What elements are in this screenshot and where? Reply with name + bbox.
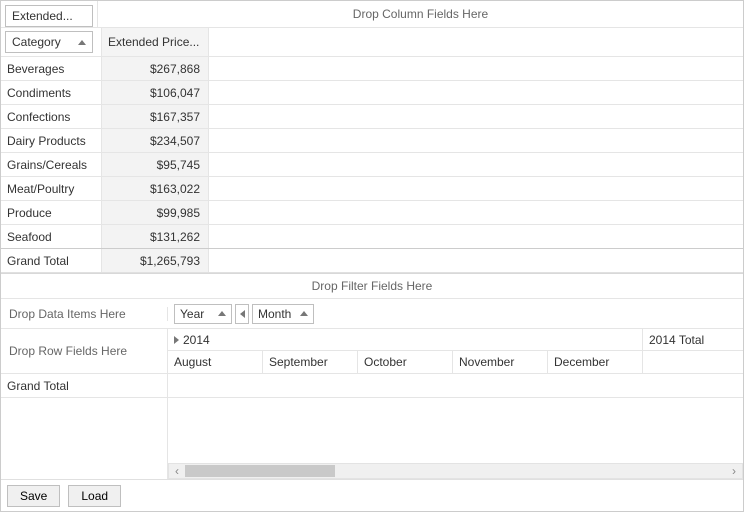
save-button[interactable]: Save <box>7 485 60 507</box>
year-total-label: 2014 Total <box>649 333 704 347</box>
pivot2-empty-space <box>1 398 743 463</box>
year-header-row: 2014 2014 Total <box>168 329 743 351</box>
chip-label: Extended... <box>12 9 73 23</box>
grand-total-row: Grand Total $1,265,793 <box>1 248 743 272</box>
chip-label: Month <box>258 307 291 321</box>
scrollbar-track[interactable] <box>168 463 743 479</box>
month-header[interactable]: November <box>453 351 548 373</box>
table-row: Produce $99,985 <box>1 200 743 224</box>
year-total-header: 2014 Total <box>643 329 743 350</box>
expand-icon[interactable] <box>174 336 179 344</box>
chevron-left-icon <box>240 310 245 318</box>
row-label[interactable]: Beverages <box>1 57 101 80</box>
sort-asc-icon <box>300 311 308 316</box>
row-value: $234,507 <box>101 129 209 152</box>
row-label[interactable]: Grains/Cereals <box>1 153 101 176</box>
month-header[interactable]: October <box>358 351 453 373</box>
scroll-right-button[interactable] <box>726 464 742 478</box>
drop-column-hint: Drop Column Fields Here <box>353 7 488 21</box>
scrollbar-left-gap <box>1 463 168 479</box>
table-row: Beverages $267,868 <box>1 56 743 80</box>
pivot1-column-headers: Category Extended Price... <box>1 28 743 56</box>
table-row: Dairy Products $234,507 <box>1 128 743 152</box>
load-button[interactable]: Load <box>68 485 121 507</box>
pivot2-grand-total-row: Grand Total <box>1 374 743 398</box>
row-field-chip-category[interactable]: Category <box>5 31 93 53</box>
value-header-label: Extended Price... <box>108 35 199 49</box>
month-header-spacer <box>643 351 743 373</box>
grand-total-value: $1,265,793 <box>101 249 209 272</box>
drop-data-items-area[interactable]: Drop Data Items Here <box>1 307 168 321</box>
row-field-cell: Category <box>1 28 101 56</box>
row-area-gap <box>1 398 168 463</box>
drop-column-fields-area[interactable]: Drop Column Fields Here <box>97 1 743 27</box>
pivot2-column-header-right: 2014 2014 Total August September October… <box>168 329 743 373</box>
table-row: Condiments $106,047 <box>1 80 743 104</box>
col-field-chip-month[interactable]: Month <box>252 304 314 324</box>
row-label[interactable]: Condiments <box>1 81 101 104</box>
row-label[interactable]: Produce <box>1 201 101 224</box>
row-label[interactable]: Meat/Poultry <box>1 177 101 200</box>
year-header-cell[interactable]: 2014 <box>168 329 643 350</box>
row-label[interactable]: Dairy Products <box>1 129 101 152</box>
chip-label: Category <box>12 35 61 49</box>
month-header[interactable]: August <box>168 351 263 373</box>
year-label: 2014 <box>183 333 210 347</box>
pivot1-header-row: Extended... Drop Column Fields Here <box>1 1 743 27</box>
data-field-chip-extended[interactable]: Extended... <box>5 5 93 27</box>
prev-field-button[interactable] <box>235 304 249 324</box>
scroll-left-button[interactable] <box>169 464 185 478</box>
table-row: Grains/Cereals $95,745 <box>1 152 743 176</box>
grand-total-label: Grand Total <box>1 249 101 272</box>
row-value: $167,357 <box>101 105 209 128</box>
footer-toolbar: Save Load <box>1 479 743 511</box>
table-row: Meat/Poultry $163,022 <box>1 176 743 200</box>
drop-data-hint: Drop Data Items Here <box>9 307 126 321</box>
pivot-grid-bottom: Drop Filter Fields Here Drop Data Items … <box>1 273 743 479</box>
drop-row-fields-area[interactable]: Drop Row Fields Here <box>1 329 168 373</box>
row-label[interactable]: Seafood <box>1 225 101 248</box>
row-value: $267,868 <box>101 57 209 80</box>
drop-filter-fields-area[interactable]: Drop Filter Fields Here <box>1 274 743 299</box>
month-header[interactable]: September <box>263 351 358 373</box>
value-header-cell[interactable]: Extended Price... <box>101 28 209 56</box>
table-row: Confections $167,357 <box>1 104 743 128</box>
row-value: $131,262 <box>101 225 209 248</box>
month-header[interactable]: December <box>548 351 643 373</box>
month-header-row: August September October November Decemb… <box>168 351 743 373</box>
chip-label: Year <box>180 307 204 321</box>
drop-row-hint: Drop Row Fields Here <box>9 344 127 358</box>
row-label[interactable]: Confections <box>1 105 101 128</box>
scrollbar-thumb[interactable] <box>185 465 335 477</box>
sort-asc-icon <box>78 40 86 45</box>
row-value: $99,985 <box>101 201 209 224</box>
table-row: Seafood $131,262 <box>1 224 743 248</box>
pivot2-column-headers: Drop Row Fields Here 2014 2014 Total Aug… <box>1 329 743 374</box>
drop-filter-hint: Drop Filter Fields Here <box>312 279 433 293</box>
pivot2-grand-total-label: Grand Total <box>1 374 168 397</box>
horizontal-scrollbar[interactable] <box>1 463 743 479</box>
column-field-chips: Year Month <box>168 301 316 327</box>
row-value: $163,022 <box>101 177 209 200</box>
pivot2-body <box>1 398 743 479</box>
pivot2-data-col-row: Drop Data Items Here Year Month <box>1 299 743 329</box>
data-area-empty <box>168 398 743 463</box>
sort-asc-icon <box>218 311 226 316</box>
app-window: Extended... Drop Column Fields Here Cate… <box>0 0 744 512</box>
row-value: $95,745 <box>101 153 209 176</box>
row-value: $106,047 <box>101 81 209 104</box>
pivot-grid-top: Extended... Drop Column Fields Here Cate… <box>1 1 743 273</box>
col-field-chip-year[interactable]: Year <box>174 304 232 324</box>
pivot1-grid: Category Extended Price... Beverages $26… <box>1 27 743 272</box>
